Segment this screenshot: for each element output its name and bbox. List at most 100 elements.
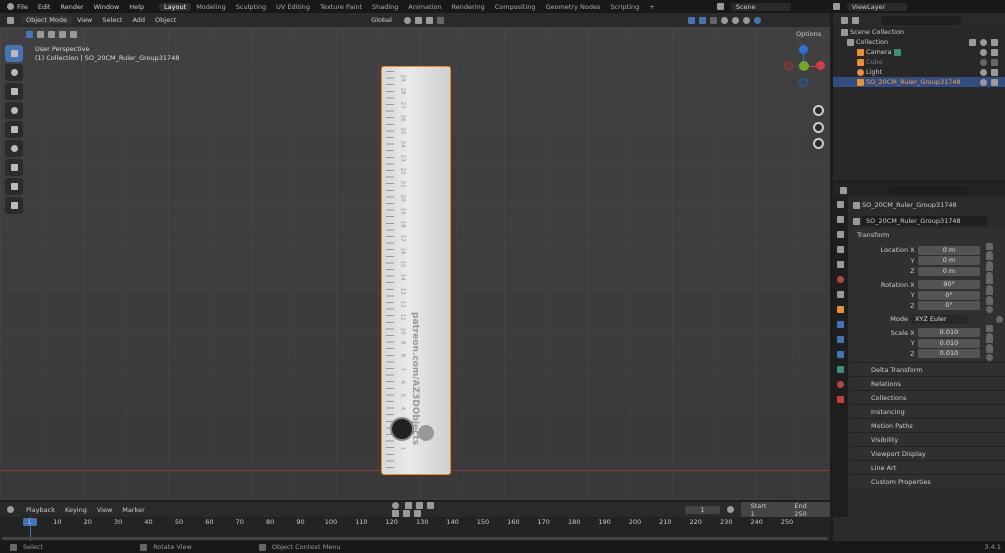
panel-relations[interactable]: Relations bbox=[849, 376, 1005, 390]
outliner-filter-icon[interactable] bbox=[852, 16, 859, 24]
visibility-icons[interactable] bbox=[978, 78, 1005, 86]
panel-instancing[interactable]: Instancing bbox=[849, 404, 1005, 418]
object-name-field[interactable]: SO_20CM_Ruler_Group31748 bbox=[851, 213, 1005, 229]
x-axis-icon[interactable] bbox=[816, 61, 825, 70]
current-frame-field[interactable]: 1 bbox=[685, 505, 720, 514]
tab-texture-paint[interactable]: Texture Paint bbox=[315, 3, 367, 11]
properties-tabs[interactable] bbox=[833, 197, 848, 517]
lock-icon[interactable] bbox=[986, 335, 994, 343]
visibility-icons[interactable] bbox=[978, 58, 1005, 66]
property-field[interactable]: 0° bbox=[917, 290, 981, 300]
neg-z-axis-icon[interactable] bbox=[799, 78, 808, 87]
panel-motion-paths[interactable]: Motion Paths bbox=[849, 418, 1005, 432]
editor-type-icon[interactable] bbox=[840, 186, 847, 194]
tab-modeling[interactable]: Modeling bbox=[191, 3, 231, 11]
stopwatch-icon[interactable] bbox=[726, 506, 734, 513]
tab-rendering[interactable]: Rendering bbox=[447, 3, 490, 11]
scale-tool-icon[interactable] bbox=[5, 121, 23, 138]
grid-view-icon[interactable] bbox=[813, 138, 824, 149]
lock-icon[interactable] bbox=[986, 287, 994, 295]
panel-collections[interactable]: Collections bbox=[849, 390, 1005, 404]
shading-icons[interactable] bbox=[681, 16, 768, 24]
property-field[interactable]: 0.010 bbox=[917, 349, 981, 359]
orientation-selector[interactable]: Global bbox=[366, 16, 397, 24]
lock-icon[interactable] bbox=[986, 253, 994, 261]
outliner-item-cube[interactable]: Cube bbox=[833, 57, 1005, 67]
neg-x-axis-icon[interactable] bbox=[784, 61, 793, 70]
transform-tool-icon[interactable] bbox=[5, 140, 23, 157]
outliner-scene-collection[interactable]: Scene Collection bbox=[833, 27, 1005, 37]
mode-selector[interactable]: Object Mode bbox=[21, 16, 72, 24]
property-field[interactable]: 0 m bbox=[917, 245, 981, 255]
outliner-collection[interactable]: Collection bbox=[833, 37, 1005, 47]
cursor-tool-icon[interactable] bbox=[5, 64, 23, 81]
lock-icon[interactable] bbox=[986, 277, 994, 285]
property-field[interactable]: 0.010 bbox=[917, 338, 981, 348]
tab-scripting[interactable]: Scripting bbox=[605, 3, 644, 11]
menu-window[interactable]: Window bbox=[89, 3, 125, 11]
lock-icon[interactable] bbox=[986, 263, 994, 271]
panel-line-art[interactable]: Line Art bbox=[849, 460, 1005, 474]
end-frame-field[interactable]: End 250 bbox=[784, 501, 830, 518]
menu-edit[interactable]: Edit bbox=[33, 3, 56, 11]
z-axis-icon[interactable] bbox=[799, 45, 808, 54]
menu-playback[interactable]: Playback bbox=[21, 506, 60, 514]
snap-icons[interactable] bbox=[397, 16, 451, 24]
tab-sculpting[interactable]: Sculpting bbox=[231, 3, 271, 11]
select-mode-icons[interactable] bbox=[24, 30, 79, 38]
menu-object[interactable]: Object bbox=[150, 16, 181, 24]
move-tool-icon[interactable] bbox=[5, 83, 23, 100]
keyframe-dot-icon[interactable] bbox=[986, 306, 994, 314]
outliner-item-camera[interactable]: Camera bbox=[833, 47, 1005, 57]
transform-panel-header[interactable]: Transform bbox=[849, 229, 1005, 242]
measure-tool-icon[interactable] bbox=[5, 178, 23, 195]
panel-viewport-display[interactable]: Viewport Display bbox=[849, 446, 1005, 460]
timeline-scrollbar[interactable] bbox=[2, 537, 828, 540]
keyframe-dot-icon[interactable] bbox=[986, 354, 994, 362]
navigation-gizmo[interactable] bbox=[782, 44, 827, 154]
menu-timeline-view[interactable]: View bbox=[92, 506, 117, 514]
menu-help[interactable]: Help bbox=[124, 3, 149, 11]
outliner-item-light[interactable]: Light bbox=[833, 67, 1005, 77]
pan-hand-icon[interactable] bbox=[813, 105, 824, 116]
add-cube-tool-icon[interactable] bbox=[5, 197, 23, 214]
view-layer-selector[interactable]: ViewLayer bbox=[846, 2, 907, 11]
visibility-icons[interactable] bbox=[978, 68, 1005, 76]
start-frame-field[interactable]: Start 1 bbox=[740, 501, 785, 518]
ruler-object[interactable]: 29 28 27 26 25 24 23 22 21 20 19 18 17 16 15 14 13 12 11 10… bbox=[381, 66, 451, 475]
playback-controls[interactable] bbox=[385, 502, 450, 518]
tab-compositing[interactable]: Compositing bbox=[490, 3, 541, 11]
property-field[interactable]: 0 m bbox=[917, 266, 981, 276]
tab-animation[interactable]: Animation bbox=[403, 3, 446, 11]
editor-type-icon[interactable] bbox=[7, 16, 14, 24]
menu-add[interactable]: Add bbox=[127, 16, 150, 24]
add-workspace-button[interactable]: + bbox=[644, 3, 659, 11]
panel-visibility[interactable]: Visibility bbox=[849, 432, 1005, 446]
property-field[interactable]: 90° bbox=[917, 280, 981, 290]
lock-icon[interactable] bbox=[986, 298, 994, 306]
visibility-icons[interactable] bbox=[978, 48, 1005, 56]
menu-keying[interactable]: Keying bbox=[60, 506, 92, 514]
options-button[interactable]: Options bbox=[796, 30, 821, 38]
panel-delta-transform[interactable]: Delta Transform bbox=[849, 362, 1005, 376]
tab-geometry-nodes[interactable]: Geometry Nodes bbox=[541, 3, 606, 11]
tab-layout[interactable]: Layout bbox=[159, 2, 192, 11]
rotate-tool-icon[interactable] bbox=[5, 102, 23, 119]
property-field[interactable]: 0° bbox=[917, 301, 981, 311]
properties-search-input[interactable] bbox=[889, 185, 969, 195]
menu-select[interactable]: Select bbox=[97, 16, 127, 24]
property-field[interactable]: 0.010 bbox=[917, 328, 981, 338]
tab-shading[interactable]: Shading bbox=[367, 3, 403, 11]
outliner-display-icon[interactable] bbox=[841, 16, 848, 24]
tab-uv-editing[interactable]: UV Editing bbox=[271, 3, 315, 11]
select-tool-icon[interactable] bbox=[5, 45, 23, 62]
menu-render[interactable]: Render bbox=[55, 3, 88, 11]
visibility-icons[interactable] bbox=[967, 38, 1005, 46]
lock-icon[interactable] bbox=[986, 242, 994, 250]
menu-file[interactable]: File bbox=[12, 3, 33, 11]
property-field[interactable]: XYZ Euler bbox=[910, 314, 968, 324]
y-axis-icon[interactable] bbox=[799, 61, 809, 71]
outliner-search-input[interactable] bbox=[881, 15, 961, 25]
timeline[interactable]: 1102030405060708090100110120130140150160… bbox=[0, 517, 830, 541]
keyframe-dot-icon[interactable] bbox=[996, 315, 1003, 323]
